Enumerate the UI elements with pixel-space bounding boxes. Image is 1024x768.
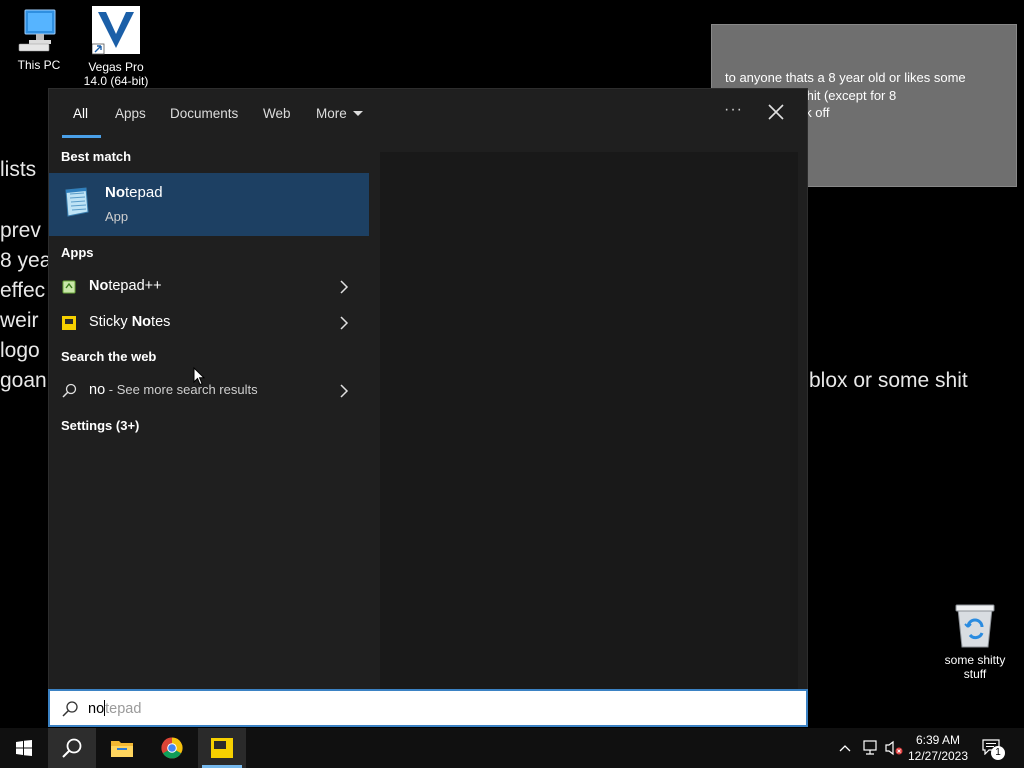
preview-pane	[380, 152, 798, 689]
start-icon	[16, 740, 32, 756]
network-icon[interactable]	[861, 740, 879, 756]
web-query: no	[89, 382, 106, 398]
desktop-icon-label: This PC	[17, 58, 61, 72]
result-label: Notepad++	[89, 278, 162, 294]
computer-icon	[18, 9, 56, 52]
volume-muted-icon[interactable]	[884, 740, 904, 756]
active-tab-indicator	[62, 135, 101, 138]
notification-badge: 1	[991, 746, 1005, 760]
bg-text-effec: effec	[0, 279, 46, 302]
chevron-up-icon[interactable]	[838, 741, 852, 755]
result-label: no - See more search results	[89, 382, 258, 398]
taskbar-search-button[interactable]	[48, 728, 96, 768]
best-match-title: Notepad	[105, 184, 163, 201]
tab-more-label: More	[316, 106, 347, 121]
mouse-cursor-icon	[193, 367, 205, 386]
search-icon	[62, 701, 78, 717]
apps-heading: Apps	[61, 245, 94, 260]
action-center-button[interactable]: 1	[978, 728, 1012, 768]
ellipsis-icon[interactable]: ···	[724, 101, 743, 119]
desktop-icon-recycle-bin[interactable]: some shitty stuff	[934, 603, 1016, 681]
tab-all[interactable]: All	[73, 106, 88, 121]
vegas-pro-icon	[92, 6, 140, 55]
bg-text-weir: weir	[0, 309, 39, 332]
best-match-heading: Best match	[61, 149, 132, 164]
search-box[interactable]: notepad	[48, 689, 808, 727]
taskbar: 6:39 AM 12/27/2023 1	[0, 728, 1024, 768]
tab-documents[interactable]: Documents	[170, 106, 238, 121]
web-suffix: - See more search results	[105, 382, 258, 397]
tab-more[interactable]: More	[316, 106, 363, 121]
chevron-right-icon[interactable]	[337, 316, 351, 330]
recycle-bin-icon	[955, 604, 995, 648]
match-rest: tes	[151, 314, 171, 330]
match-rest: tepad	[125, 184, 163, 201]
result-sticky-notes[interactable]: Sticky Notes	[49, 306, 369, 340]
bg-text-8yea: 8 yea	[0, 249, 52, 272]
match-rest: tepad++	[108, 278, 162, 294]
start-button[interactable]	[0, 728, 48, 768]
best-match-notepad[interactable]: Notepad App	[49, 173, 369, 236]
chevron-right-icon[interactable]	[337, 280, 351, 294]
settings-heading[interactable]: Settings (3+)	[61, 418, 139, 433]
notepadpp-icon	[62, 280, 76, 294]
match-pre: Sticky	[89, 314, 132, 330]
clock-date: 12/27/2023	[907, 749, 969, 763]
result-web-search[interactable]: no - See more search results	[49, 374, 369, 408]
search-icon	[62, 738, 82, 758]
match-bold: No	[105, 184, 125, 201]
tab-web[interactable]: Web	[263, 106, 291, 121]
taskbar-chrome[interactable]	[148, 728, 196, 768]
notepad-icon	[65, 187, 89, 217]
bg-text-blox: blox or some shit	[809, 369, 968, 392]
match-bold: No	[131, 314, 152, 330]
bg-text-goan: goan	[0, 369, 47, 392]
search-flyout: All Apps Documents Web More ··· Best mat…	[48, 88, 808, 690]
desktop-icon-label: some shitty stuff	[944, 653, 1006, 681]
chevron-right-icon[interactable]	[337, 384, 351, 398]
search-tabs: All Apps Documents Web More ···	[49, 89, 807, 139]
system-clock[interactable]: 6:39 AM 12/27/2023	[905, 732, 971, 764]
sticky-note-line: to anyone thats a 8 year old or likes so…	[725, 70, 966, 85]
best-match-type: App	[105, 209, 129, 224]
search-input[interactable]: notepad	[88, 700, 141, 717]
tab-apps[interactable]: Apps	[115, 106, 146, 121]
sticky-notes-icon	[211, 738, 233, 758]
caret-down-icon	[352, 111, 363, 116]
result-notepadpp[interactable]: Notepad++	[49, 270, 369, 304]
desktop-icon-vegas-pro[interactable]: Vegas Pro 14.0 (64-bit)	[76, 6, 156, 88]
taskbar-sticky-notes[interactable]	[198, 728, 246, 768]
bg-text-lists: lists	[0, 158, 37, 181]
sticky-notes-icon	[62, 316, 76, 330]
bg-text-prev: prev	[0, 219, 41, 242]
close-icon[interactable]	[765, 101, 787, 123]
result-label: Sticky Notes	[89, 314, 170, 330]
taskbar-file-explorer[interactable]	[98, 728, 146, 768]
chrome-icon	[161, 737, 183, 759]
search-web-heading: Search the web	[61, 349, 157, 364]
clock-time: 6:39 AM	[915, 733, 961, 747]
file-explorer-icon	[111, 741, 133, 757]
desktop-icon-label: Vegas Pro 14.0 (64-bit)	[83, 60, 149, 88]
search-results: Best match Notepad App Apps Notepad++ St…	[49, 139, 369, 689]
bg-text-logo: logo	[0, 339, 40, 362]
desktop-icon-this-pc[interactable]: This PC	[0, 8, 78, 72]
search-icon	[62, 383, 77, 398]
search-query-suggestion: tepad	[105, 701, 142, 717]
match-bold: No	[89, 278, 109, 294]
search-query-typed: no	[88, 701, 105, 717]
